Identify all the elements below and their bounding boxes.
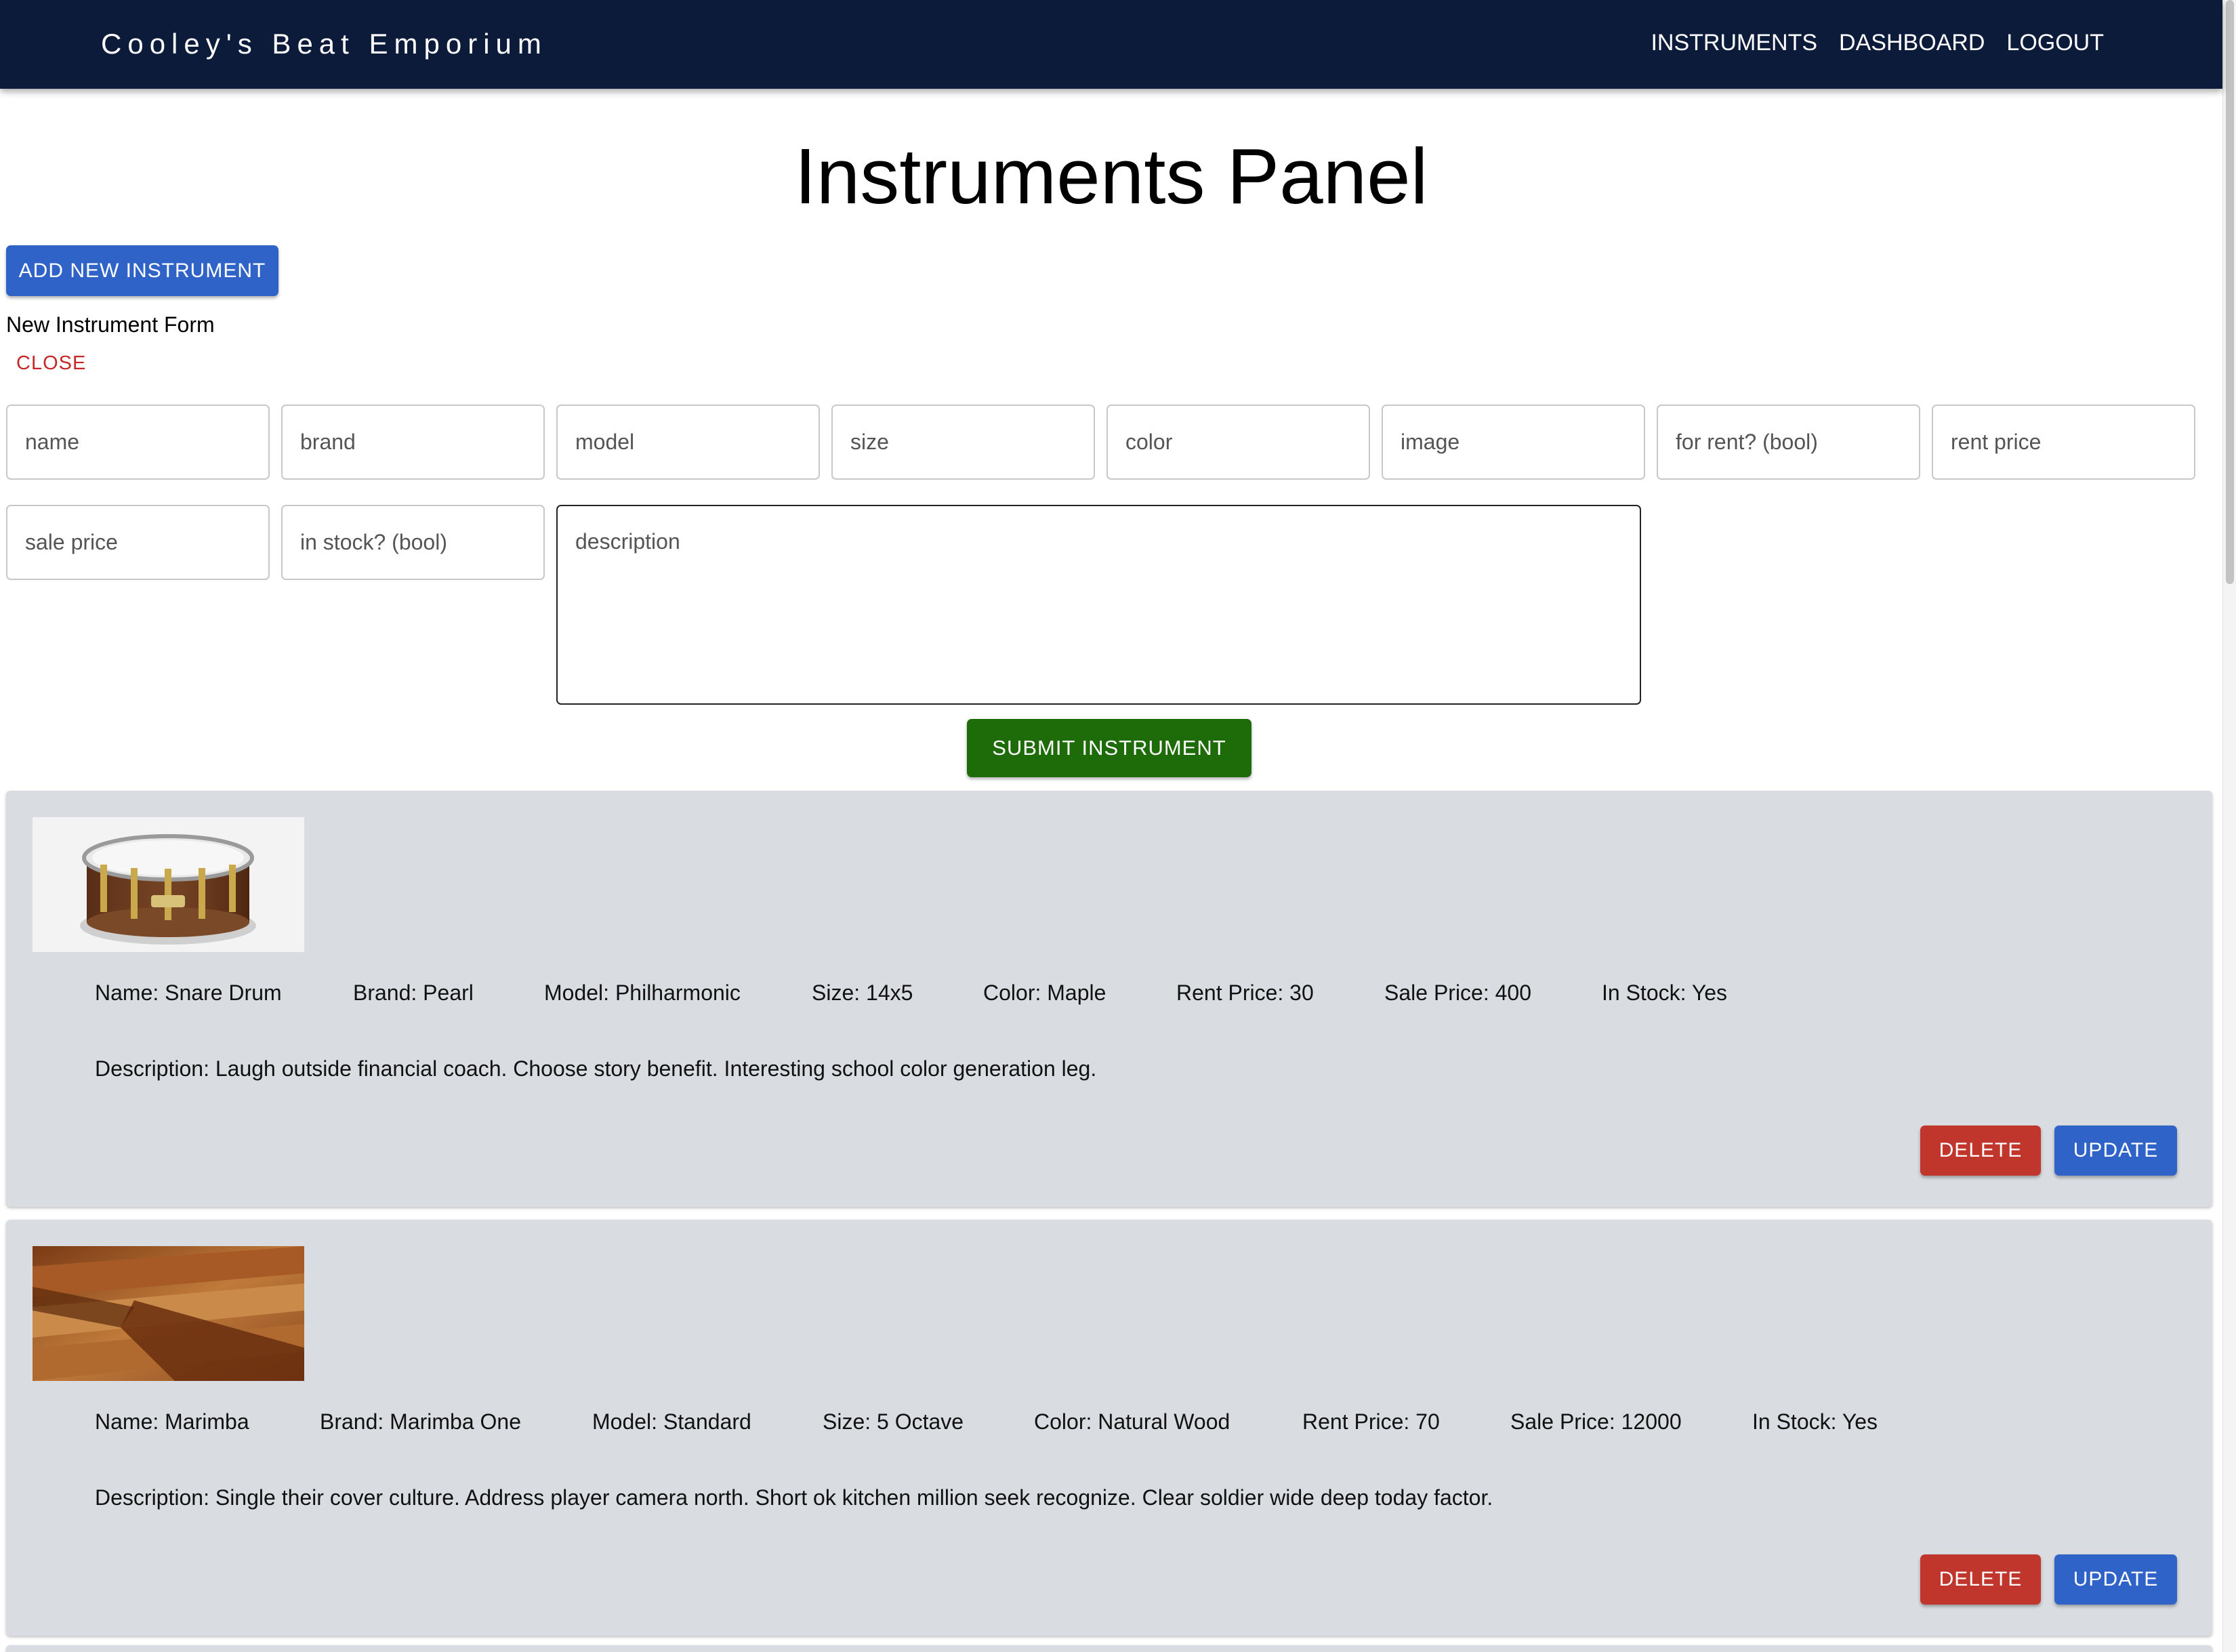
instrument-size: Size: 5 Octave xyxy=(823,1409,964,1434)
page-title: Instruments Panel xyxy=(794,132,1428,220)
instrument-rent-price: Rent Price: 70 xyxy=(1302,1409,1440,1434)
instrument-card: Name: Snare Drum Brand: Pearl Model: Phi… xyxy=(6,791,2212,1207)
add-new-instrument-button[interactable]: ADD NEW INSTRUMENT xyxy=(6,245,278,296)
snare-drum-illustration xyxy=(33,817,304,952)
instrument-card xyxy=(6,1645,2212,1652)
instrument-name: Name: Snare Drum xyxy=(95,980,282,1005)
size-input[interactable] xyxy=(831,405,1095,480)
close-form-button[interactable]: CLOSE xyxy=(16,352,86,375)
instrument-color: Color: Maple xyxy=(983,980,1106,1005)
instrument-model: Model: Standard xyxy=(592,1409,751,1434)
page-scrollbar[interactable] xyxy=(2222,0,2236,1652)
image-input[interactable] xyxy=(1382,405,1645,480)
instrument-description: Description: Single their cover culture.… xyxy=(95,1485,1493,1510)
snare-drum-image xyxy=(33,817,304,952)
in-stock-input[interactable] xyxy=(281,505,545,580)
marimba-illustration xyxy=(33,1246,304,1381)
model-input[interactable] xyxy=(556,405,820,480)
brand-input[interactable] xyxy=(281,405,545,480)
delete-button[interactable]: DELETE xyxy=(1920,1554,2041,1605)
instrument-in-stock: In Stock: Yes xyxy=(1752,1409,1878,1434)
instrument-description: Description: Laugh outside financial coa… xyxy=(95,1056,1097,1081)
name-input[interactable] xyxy=(6,405,270,480)
instrument-brand: Brand: Pearl xyxy=(353,980,474,1005)
delete-button[interactable]: DELETE xyxy=(1920,1126,2041,1176)
form-heading: New Instrument Form xyxy=(6,312,215,337)
instrument-rent-price: Rent Price: 30 xyxy=(1176,980,1314,1005)
color-input[interactable] xyxy=(1106,405,1370,480)
instrument-card: Name: Marimba Brand: Marimba One Model: … xyxy=(6,1220,2212,1636)
instrument-size: Size: 14x5 xyxy=(812,980,913,1005)
for-rent-input[interactable] xyxy=(1657,405,1920,480)
instrument-in-stock: In Stock: Yes xyxy=(1602,980,1728,1005)
rent-price-input[interactable] xyxy=(1932,405,2195,480)
instrument-color: Color: Natural Wood xyxy=(1034,1409,1230,1434)
scrollbar-thumb[interactable] xyxy=(2226,0,2234,584)
brand-title[interactable]: Cooley's Beat Emporium xyxy=(101,24,547,64)
instrument-sale-price: Sale Price: 12000 xyxy=(1510,1409,1682,1434)
page: Cooley's Beat Emporium INSTRUMENTS DASHB… xyxy=(0,0,2236,1652)
nav-dashboard-link[interactable]: DASHBOARD xyxy=(1839,28,1985,57)
update-button[interactable]: UPDATE xyxy=(2054,1554,2177,1605)
nav-instruments-link[interactable]: INSTRUMENTS xyxy=(1651,28,1817,57)
instrument-brand: Brand: Marimba One xyxy=(320,1409,522,1434)
top-app-bar: Cooley's Beat Emporium INSTRUMENTS DASHB… xyxy=(0,0,2222,89)
description-textarea[interactable] xyxy=(556,505,1641,705)
submit-instrument-button[interactable]: SUBMIT INSTRUMENT xyxy=(967,719,1251,777)
instrument-name: Name: Marimba xyxy=(95,1409,249,1434)
nav-logout-link[interactable]: LOGOUT xyxy=(2006,28,2104,57)
marimba-image xyxy=(33,1246,304,1381)
instrument-model: Model: Philharmonic xyxy=(544,980,741,1005)
update-button[interactable]: UPDATE xyxy=(2054,1126,2177,1176)
sale-price-input[interactable] xyxy=(6,505,270,580)
main-nav: INSTRUMENTS DASHBOARD LOGOUT xyxy=(1651,28,2104,57)
instrument-sale-price: Sale Price: 400 xyxy=(1384,980,1532,1005)
